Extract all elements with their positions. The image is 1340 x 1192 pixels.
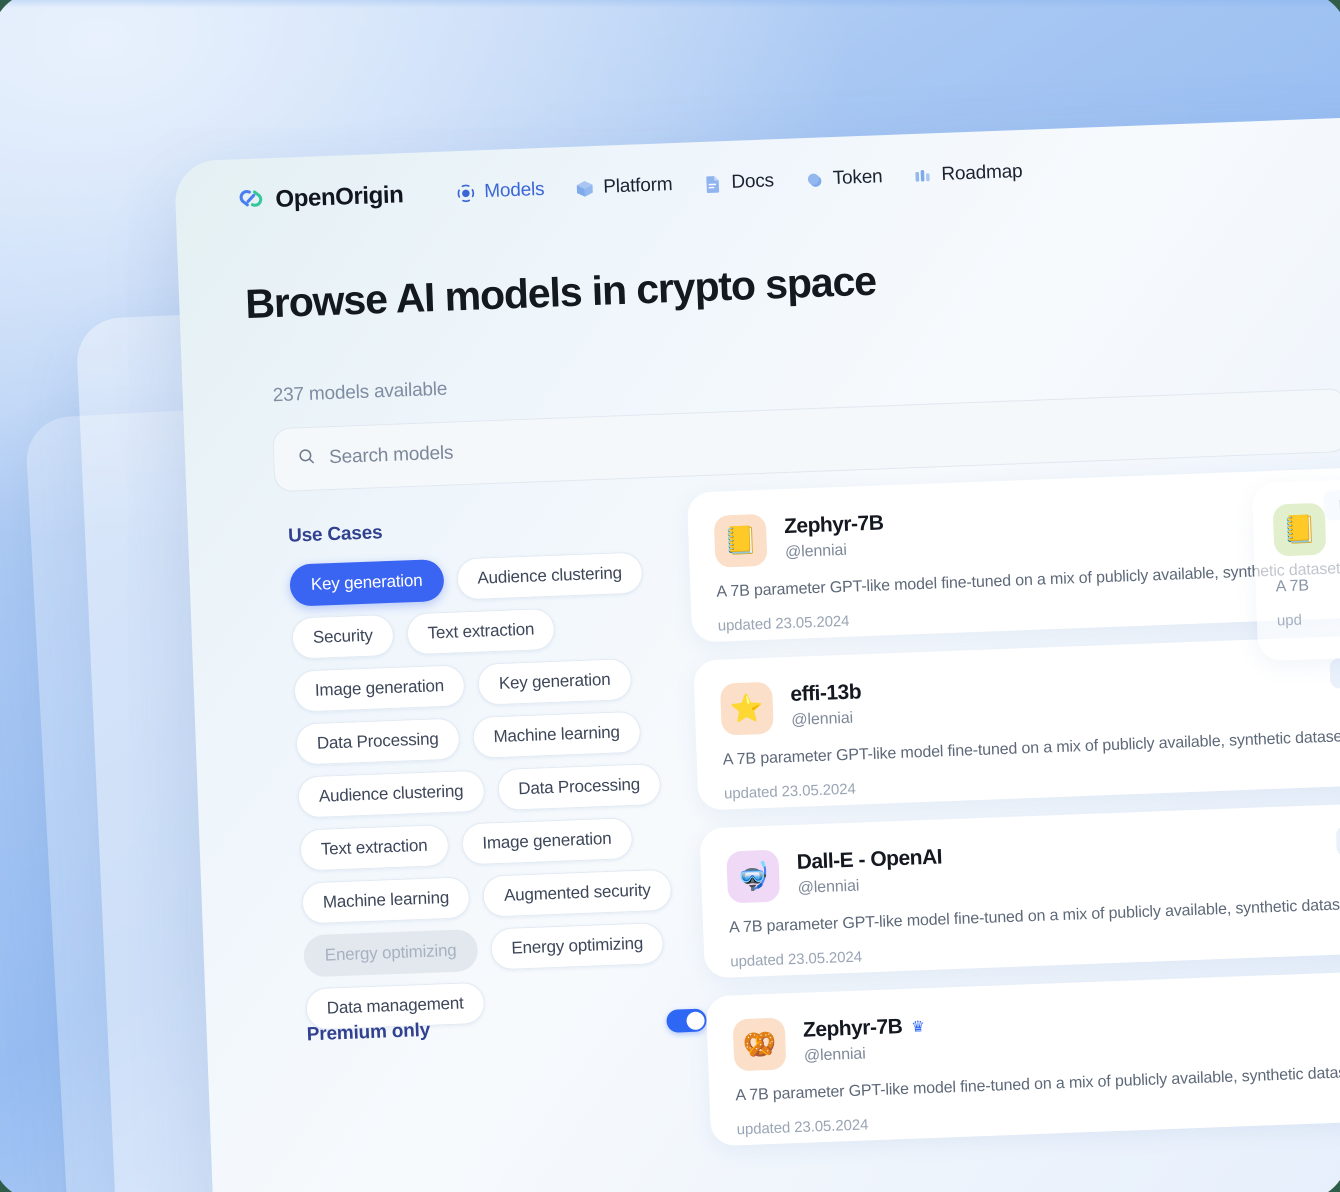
model-name-row: Zephyr-7B ♛ [802, 1012, 925, 1043]
use-case-chip[interactable]: Text extraction [405, 607, 556, 656]
model-card-header: 🤿 Dall-E - OpenAI @lenniai [726, 824, 1340, 904]
model-updated: updated 23.05.2024 [723, 780, 856, 803]
nav-item-models-label: Models [483, 178, 545, 203]
premium-only-switch[interactable] [666, 1008, 707, 1033]
model-updated-fragment: upd [1276, 611, 1303, 630]
model-updated: updated 23.05.2024 [730, 948, 863, 971]
use-case-chip[interactable]: Data Processing [496, 762, 662, 812]
avatar: 📒 [1272, 502, 1327, 557]
model-card-header: 🥨 Zephyr-7B ♛ @lenniai [732, 992, 1340, 1072]
brand-name: OpenOrigin [274, 181, 404, 213]
top-edge-highlight [0, 0, 1332, 8]
model-handle: @lenniai [791, 709, 854, 729]
nav-item-roadmap[interactable]: Roadmap [912, 161, 1023, 187]
background-gradient: OpenOrigin Models Platform Docs Token Ro… [0, 0, 1340, 1192]
app-panel: OpenOrigin Models Platform Docs Token Ro… [173, 113, 1340, 1192]
use-case-chip[interactable]: Security [291, 613, 395, 660]
bar-chart-icon [912, 165, 934, 187]
model-card[interactable]: 📒Zephyr-7B@lenniaiKey generationA 7B par… [686, 463, 1340, 643]
nav-item-platform[interactable]: Platform [574, 174, 673, 200]
model-name: effi-13b [789, 680, 862, 706]
use-case-chip[interactable]: Image generation [293, 664, 466, 713]
document-icon [702, 173, 724, 195]
use-case-chip[interactable]: Key generation [289, 558, 445, 607]
orbit-icon [455, 182, 477, 204]
use-case-chip[interactable]: Data Processing [295, 717, 461, 766]
use-case-chip[interactable]: Machine learning [471, 710, 642, 759]
model-card-header: 📒 Zephyr-7B @lenniai [713, 488, 1340, 568]
nav-item-docs[interactable]: Docs [702, 170, 774, 195]
model-name: Dall-E - OpenAI [796, 845, 943, 874]
top-navigation: OpenOrigin Models Platform Docs Token Ro… [237, 156, 1023, 217]
model-handle: @lenniai [803, 1045, 866, 1065]
page-title: Browse AI models in crypto space [244, 257, 877, 328]
model-handle: @lenniai [784, 541, 848, 562]
model-updated: updated 23.05.2024 [717, 612, 850, 635]
models-count: 237 models available [272, 378, 448, 407]
nav-item-docs-label: Docs [730, 170, 775, 193]
model-card-list: 📒Zephyr-7B@lenniaiKey generationA 7B par… [686, 463, 1340, 1164]
use-case-chip[interactable]: Augmented security [482, 868, 673, 918]
model-name-row: effi-13b [790, 678, 862, 707]
model-identity: Zephyr-7B @lenniai [784, 509, 885, 562]
model-handle: @lenniai [797, 877, 860, 897]
avatar: 🤿 [726, 849, 781, 904]
premium-only-label: Premium only [306, 1019, 431, 1045]
use-case-chip[interactable]: Audience clustering [455, 551, 644, 601]
nav-item-token[interactable]: Token [803, 166, 883, 191]
crown-icon: ♛ [910, 1017, 926, 1036]
model-card-header: ⭐ effi-13b @lenniai [719, 656, 1340, 736]
search-icon [297, 447, 317, 472]
use-case-chip[interactable]: Text extraction [299, 823, 450, 872]
avatar: ⭐ [719, 681, 774, 736]
model-name: Zephyr-7B [802, 1015, 903, 1042]
coin-icon [803, 169, 825, 191]
use-case-chip-list: Key generation Audience clustering Securit… [289, 550, 706, 1031]
model-updated: updated 23.05.2024 [736, 1116, 869, 1139]
model-description-fragment: A 7B [1275, 577, 1310, 596]
nav-item-platform-label: Platform [602, 174, 673, 198]
use-case-chip: Energy optimizing [303, 928, 479, 978]
openorigin-logo-icon [237, 184, 265, 217]
model-card[interactable]: 🤿Dall-E - OpenAI@lenniaiKey generationA … [699, 798, 1340, 979]
avatar: 🥨 [732, 1017, 787, 1072]
use-case-badge: Key generation [1329, 653, 1340, 689]
use-case-chip[interactable]: Image generation [460, 817, 634, 866]
model-card[interactable]: 🥨Zephyr-7B♛@lenniaiKey generationA 7B pa… [705, 966, 1340, 1147]
avatar: 📒 [713, 513, 768, 568]
nav-item-roadmap-label: Roadmap [941, 160, 1023, 185]
model-name-row: Dall-E - OpenAI [796, 843, 942, 874]
nav-item-models[interactable]: Models [455, 179, 545, 204]
filters-panel: Use Cases Key generation Audience cluster… [288, 511, 707, 1031]
use-cases-title: Use Cases [287, 522, 383, 547]
model-identity: Dall-E - OpenAI @lenniai [796, 843, 943, 897]
cube-icon [574, 177, 596, 199]
nav-item-token-label: Token [832, 166, 883, 190]
model-identity: effi-13b @lenniai [790, 678, 862, 730]
brand-logo[interactable]: OpenOrigin [237, 179, 404, 217]
use-case-chip[interactable]: Audience clustering [297, 769, 486, 819]
use-case-chip[interactable]: Machine learning [301, 876, 471, 925]
search-input[interactable] [328, 409, 1324, 470]
model-identity: Zephyr-7B ♛ @lenniai [802, 1012, 926, 1066]
model-card[interactable]: ⭐effi-13b@lenniaiKey generationA 7B para… [693, 630, 1340, 811]
use-case-chip[interactable]: Energy optimizing [489, 921, 665, 971]
model-name-row: Zephyr-7B [784, 509, 884, 539]
screenshot-root: OpenOrigin Models Platform Docs Token Ro… [0, 0, 1340, 1192]
model-name: Zephyr-7B [783, 511, 884, 539]
use-case-chip[interactable]: Key generation [477, 657, 633, 706]
model-card-partial[interactable]: 📒 A 7B upd [1251, 474, 1340, 662]
